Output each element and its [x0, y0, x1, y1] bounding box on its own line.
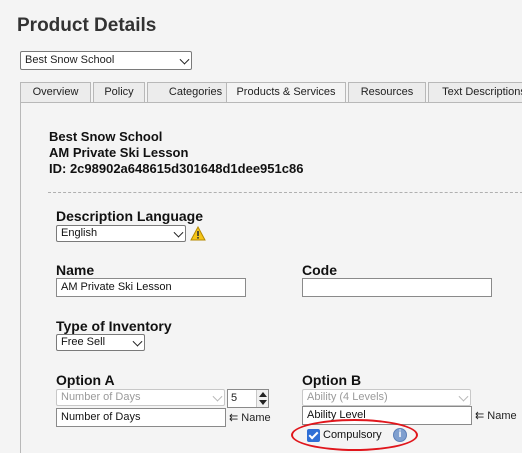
tab-bar: Overview Policy Categories Products & Se…	[20, 82, 522, 103]
option-b-label: Option B	[302, 372, 362, 388]
school-select[interactable]: Best Snow School	[20, 51, 192, 70]
chevron-down-icon	[132, 336, 143, 347]
stepper-buttons[interactable]	[256, 390, 268, 407]
chevron-down-icon	[212, 391, 223, 402]
option-b-select-value: Ability (4 Levels)	[307, 391, 388, 403]
tab-policy[interactable]: Policy	[93, 82, 145, 102]
description-language-label: Description Language	[56, 208, 204, 224]
option-a-name-hint: ⇇ Name	[229, 412, 271, 424]
option-b-name-hint: ⇇ Name	[475, 410, 517, 422]
option-a-quantity-value: 5	[231, 392, 238, 404]
product-school: Best Snow School	[49, 129, 163, 144]
warning-icon	[190, 226, 206, 241]
chevron-down-icon	[458, 391, 469, 402]
option-a-select-value: Number of Days	[61, 391, 141, 403]
school-select-value: Best Snow School	[25, 54, 115, 66]
inventory-select[interactable]: Free Sell	[56, 334, 145, 351]
highlight-annotation	[291, 419, 418, 451]
tab-resources[interactable]: Resources	[348, 82, 426, 102]
section-divider	[48, 192, 522, 193]
tab-overview[interactable]: Overview	[20, 82, 91, 102]
option-a-name-input[interactable]: Number of Days	[56, 408, 226, 427]
inventory-value: Free Sell	[61, 336, 106, 348]
code-label: Code	[302, 262, 337, 278]
chevron-down-icon	[179, 54, 190, 65]
stepper-up-icon[interactable]	[259, 392, 267, 397]
name-input[interactable]: AM Private Ski Lesson	[56, 278, 246, 297]
stepper-down-icon[interactable]	[259, 400, 267, 405]
description-language-select[interactable]: English	[56, 225, 186, 242]
product-details-page: Product Details Best Snow School Overvie…	[0, 0, 522, 453]
description-language-value: English	[61, 227, 98, 239]
chevron-down-icon	[173, 227, 184, 238]
product-id: ID: 2c98902a648615d301648d1dee951c86	[49, 161, 304, 176]
name-label: Name	[56, 262, 95, 278]
tab-products-services[interactable]: Products & Services	[226, 82, 346, 103]
option-a-quantity-stepper[interactable]: 5	[227, 389, 269, 408]
option-a-label: Option A	[56, 372, 115, 388]
code-input[interactable]	[302, 278, 492, 297]
page-title: Product Details	[17, 15, 157, 36]
option-a-select[interactable]: Number of Days	[56, 389, 225, 406]
product-info: Best Snow School AM Private Ski Lesson I…	[49, 129, 303, 177]
inventory-label: Type of Inventory	[56, 318, 172, 334]
tab-text-descriptions[interactable]: Text Descriptions	[428, 82, 522, 102]
option-b-select[interactable]: Ability (4 Levels)	[302, 389, 471, 406]
product-name: AM Private Ski Lesson	[49, 145, 189, 160]
